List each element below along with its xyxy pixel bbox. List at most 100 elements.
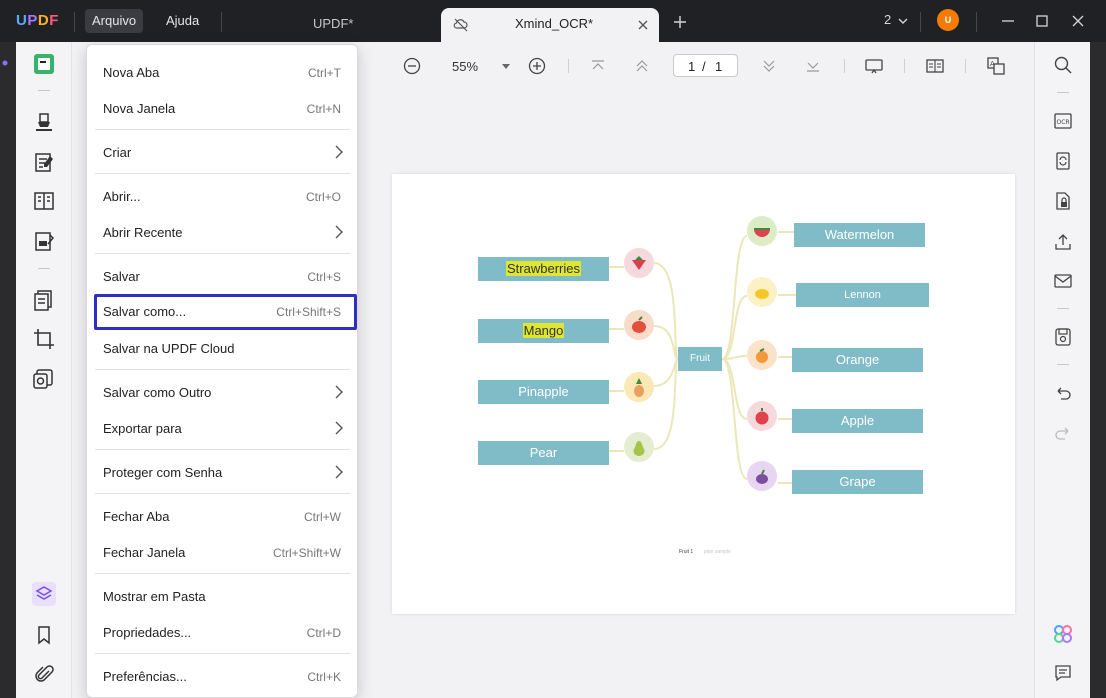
menu-item-proteger[interactable]: Proteger com Senha [87,455,357,489]
undo-icon[interactable] [1053,384,1073,404]
zoom-out-icon[interactable] [402,56,422,76]
menu-item-abrir-recente[interactable]: Abrir Recente [87,215,357,249]
convert-icon[interactable] [1053,151,1073,171]
toolbar-separator [965,59,966,73]
last-page-icon[interactable] [803,56,823,76]
form-icon[interactable] [32,229,56,253]
toolbar-separator [568,59,569,73]
page-layout-icon[interactable] [32,189,56,213]
menu-separator [95,573,350,574]
organize-pages-icon[interactable] [32,288,56,312]
comment-icon[interactable] [1053,663,1073,683]
menu-item-salvar[interactable]: Salvar Ctrl+S [87,259,357,293]
menu-ajuda[interactable]: Ajuda [159,9,206,33]
share-icon[interactable] [1053,232,1073,252]
right-toolbar: OCR [1034,42,1090,698]
menu-item-label: Nova Aba [103,65,160,80]
menu-arquivo[interactable]: Arquivo [85,9,144,33]
highlighter-icon[interactable] [32,110,56,134]
next-page-icon[interactable] [759,56,779,76]
ocr-icon[interactable]: OCR [1053,111,1073,131]
node-lennon: Lennon [796,283,929,307]
node-orange: Orange [792,348,923,372]
menu-item-shortcut: Ctrl+T [308,66,341,80]
window-count[interactable]: 2 [884,12,891,27]
protect-icon[interactable] [1053,191,1073,211]
menu-item-fechar-aba[interactable]: Fechar Aba Ctrl+W [87,499,357,533]
title-separator [976,12,977,32]
zoom-in-icon[interactable] [527,56,547,76]
status-dot-icon [2,60,8,66]
save-icon[interactable] [1053,327,1073,347]
menu-item-nova-janela[interactable]: Nova Janela Ctrl+N [87,91,357,125]
search-icon[interactable] [1053,55,1073,75]
redo-icon[interactable] [1053,424,1073,444]
node-label: Mango [522,323,565,338]
menu-item-salvar-cloud[interactable]: Salvar na UPDF Cloud [87,331,357,365]
close-window-icon[interactable] [1068,11,1088,31]
close-tab-icon[interactable] [637,19,649,31]
node-pinapple: Pinapple [478,380,609,404]
menu-item-label: Salvar como Outro [103,385,212,400]
menu-item-label: Propriedades... [103,625,192,640]
pear-icon [624,432,654,462]
crop-icon[interactable] [32,327,56,351]
title-separator [221,12,222,32]
stamp-icon[interactable] [32,367,56,391]
edit-text-icon[interactable] [32,150,56,174]
menu-item-fechar-janela[interactable]: Fechar Janela Ctrl+Shift+W [87,535,357,569]
page-number-field[interactable]: 1 / 1 [673,54,738,77]
chevron-down-icon[interactable] [897,15,909,27]
chevron-right-icon [335,145,343,159]
chevron-right-icon [335,465,343,479]
maximize-icon[interactable] [1032,11,1052,31]
attachment-icon[interactable] [32,663,56,687]
pdf-page: Strawberries Mango Pinapple Pear Fruit W… [392,174,1015,614]
email-icon[interactable] [1053,271,1073,291]
translate-icon[interactable]: A [986,56,1006,76]
watermelon-icon [747,216,777,246]
menu-item-salvar-como[interactable]: Salvar como... Ctrl+Shift+S [94,294,357,330]
tab-title: UPDF* [313,16,354,31]
tab-updf[interactable]: UPDF* [240,8,435,42]
node-fruit-center: Fruit [678,347,722,371]
window-edge [1090,42,1106,698]
layers-icon[interactable] [32,582,56,606]
toolbar-separator [844,59,845,73]
reader-mode-icon[interactable] [32,52,56,76]
divider [1057,308,1069,309]
menu-item-mostrar-pasta[interactable]: Mostrar em Pasta [87,579,357,613]
bookmark-icon[interactable] [32,623,56,647]
menu-item-preferencias[interactable]: Preferências... Ctrl+K [87,659,357,693]
minimize-icon[interactable] [998,11,1018,31]
node-mango: Mango [478,319,609,343]
ai-assistant-icon[interactable] [1053,624,1073,644]
menu-item-label: Fechar Aba [103,509,170,524]
orange-icon [747,340,777,370]
zoom-dropdown-icon[interactable] [502,64,510,70]
page-display-icon[interactable] [925,56,945,76]
divider [38,90,50,91]
apple-icon [747,401,777,431]
menu-item-propriedades[interactable]: Propriedades... Ctrl+D [87,615,357,649]
presentation-icon[interactable] [864,56,884,76]
tab-xmind-ocr[interactable]: Xmind_OCR* [441,8,659,42]
menu-separator [95,129,350,130]
menu-item-label: Abrir Recente [103,225,183,240]
menu-item-nova-aba[interactable]: Nova Aba Ctrl+T [87,55,357,89]
menu-item-abrir[interactable]: Abrir... Ctrl+O [87,179,357,213]
menu-item-criar[interactable]: Criar [87,135,357,169]
node-grape: Grape [792,470,923,494]
zoom-level[interactable]: 55% [452,59,478,74]
previous-page-icon[interactable] [632,56,652,76]
tab-title: Xmind_OCR* [515,16,594,31]
grape-icon [747,461,777,491]
menu-item-salvar-como-outro[interactable]: Salvar como Outro [87,375,357,409]
menu-item-exportar[interactable]: Exportar para [87,411,357,445]
menu-item-shortcut: Ctrl+Shift+W [272,546,341,560]
figure-caption: Fruit 1 [679,549,694,555]
chevron-right-icon [335,225,343,239]
avatar[interactable]: U [937,9,959,31]
new-tab-icon[interactable] [673,15,687,29]
first-page-icon[interactable] [588,56,608,76]
